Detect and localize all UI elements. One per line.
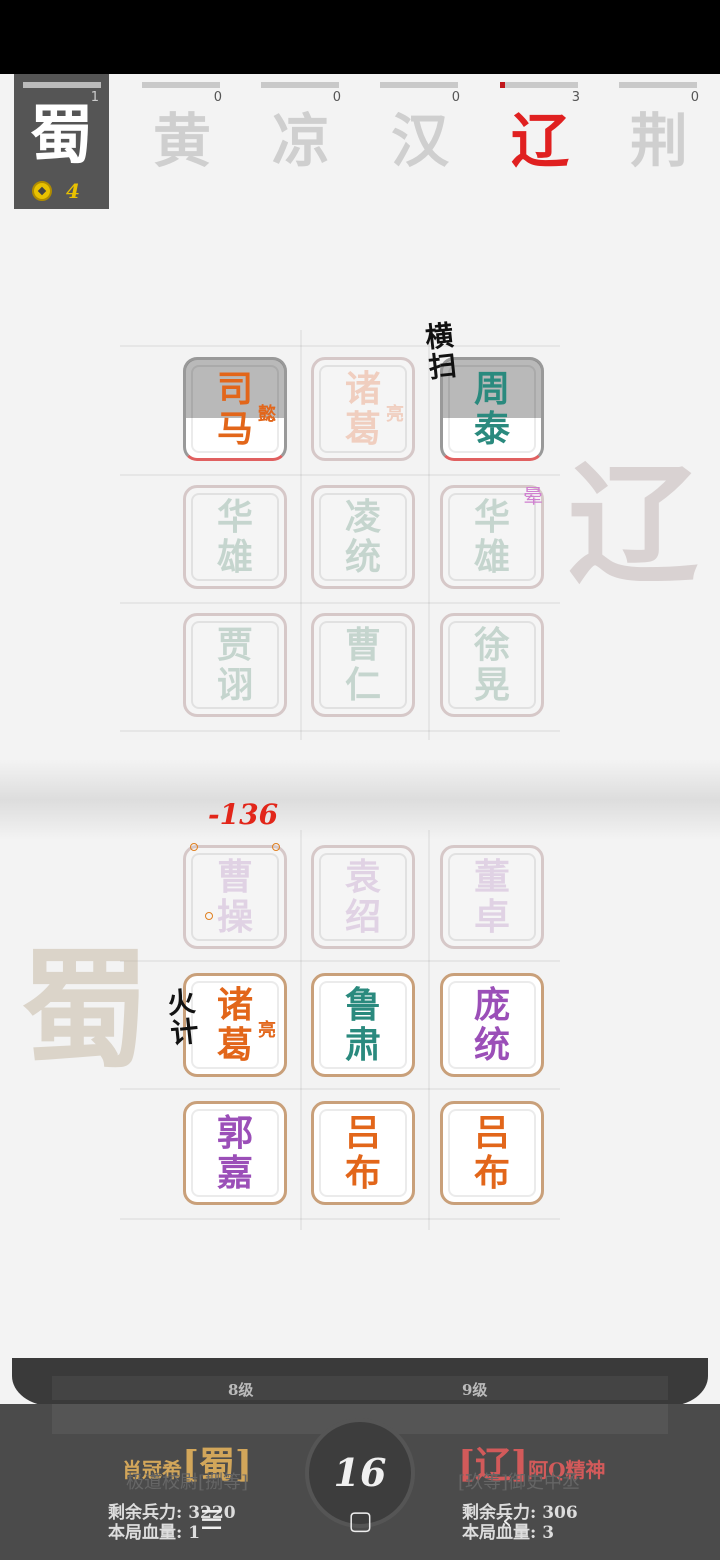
faction-progress-bar [23, 82, 101, 88]
unit-name: 贾诩 [216, 625, 253, 706]
dizzy-status: 晕 [523, 484, 543, 508]
enemy-faction-watermark: 辽 [568, 448, 699, 601]
faction-progress-fill [500, 82, 505, 88]
grid-line [300, 830, 302, 1230]
faction-tab-liao[interactable]: 3 辽 [500, 82, 580, 182]
enemy-unit-card[interactable]: 凌统 [311, 485, 415, 589]
spark-effect [190, 843, 198, 851]
unit-name: 华雄 [473, 497, 510, 578]
menu-icon[interactable]: ☰ [200, 1506, 223, 1536]
player-unit-card[interactable]: 郭嘉 [183, 1101, 287, 1205]
unit-name: 吕布 [473, 1113, 510, 1194]
spark-effect [272, 843, 280, 851]
status-bar [0, 0, 720, 74]
grid-line [120, 602, 560, 604]
unit-given-name: 亮 [386, 404, 404, 425]
faction-progress-bar [619, 82, 697, 88]
spark-effect [205, 912, 213, 920]
faction-progress-bar [500, 82, 578, 88]
back-icon[interactable]: ‹ [502, 1506, 512, 1536]
faction-count: 3 [571, 90, 580, 105]
grid-line [300, 330, 302, 740]
grid-line [120, 730, 560, 732]
faction-progress-bar [142, 82, 220, 88]
unit-name: 曹操 [216, 857, 253, 938]
faction-count: 0 [332, 90, 341, 105]
enemy-unit-card[interactable]: 司马懿 [183, 357, 287, 461]
unit-name: 鲁肃 [344, 985, 381, 1066]
unit-name: 凌统 [344, 497, 381, 578]
grid-line [428, 830, 430, 1230]
damage-number: -136 [208, 798, 279, 831]
player-unit-card[interactable]: 吕布 [311, 1101, 415, 1205]
unit-given-name: 懿 [258, 404, 276, 425]
faction-count: 0 [690, 90, 699, 105]
faction-progress-bar [261, 82, 339, 88]
enemy-skill-label: 横扫 [423, 318, 459, 385]
unit-name: 徐晃 [473, 625, 510, 706]
unit-name: 吕布 [344, 1113, 381, 1194]
enemy-unit-card[interactable]: 徐晃 [440, 613, 544, 717]
player-skill-label: 火计 [165, 984, 201, 1051]
faction-name: 荆 [629, 107, 688, 175]
grid-line [120, 1218, 560, 1220]
enemy-unit-card[interactable]: 贾诩 [183, 613, 287, 717]
faction-progress-bar [380, 82, 458, 88]
faction-count: 0 [213, 90, 222, 105]
coin-icon [32, 181, 52, 201]
faction-tab-liang[interactable]: 0 凉 [261, 82, 341, 182]
unit-name: 曹仁 [344, 625, 381, 706]
unit-name: 袁绍 [344, 857, 381, 938]
faction-tab-han[interactable]: 0 汉 [380, 82, 460, 182]
panel-roof-inner [52, 1376, 668, 1400]
player-unit-card[interactable]: 鲁肃 [311, 973, 415, 1077]
mist-decoration [0, 760, 720, 840]
unit-name: 董卓 [473, 857, 510, 938]
unit-name: 华雄 [216, 497, 253, 578]
faction-name: 汉 [390, 107, 449, 175]
faction-count: 0 [451, 90, 460, 105]
grid-line [120, 960, 560, 962]
player-unit-card[interactable]: 庞统 [440, 973, 544, 1077]
faction-tab-active[interactable]: 1 蜀 4 [14, 74, 109, 209]
faction-name: 凉 [271, 107, 330, 175]
grid-line [120, 474, 560, 476]
grid-line [428, 330, 430, 740]
player-unit-card[interactable]: 曹操 [183, 845, 287, 949]
enemy-unit-card[interactable]: 华雄 [183, 485, 287, 589]
faction-name: 黄 [152, 107, 211, 175]
player-faction-watermark: 蜀 [20, 933, 151, 1086]
system-nav-bar: ☰ ▢ ‹ [0, 1490, 720, 1560]
faction-tab-huang[interactable]: 0 黄 [142, 82, 222, 182]
enemy-level: 9级 [462, 1381, 488, 1399]
player-unit-card[interactable]: 吕布 [440, 1101, 544, 1205]
unit-name: 郭嘉 [216, 1113, 253, 1194]
faction-tab-jing[interactable]: 0 荆 [619, 82, 699, 182]
player-level: 8级 [228, 1381, 254, 1399]
unit-name: 庞统 [473, 985, 510, 1066]
grid-line [120, 1088, 560, 1090]
faction-name: 蜀 [29, 98, 94, 173]
turn-number: 16 [333, 1450, 387, 1495]
grid-line [120, 345, 560, 347]
player-unit-card[interactable]: 袁绍 [311, 845, 415, 949]
gold-amount: 4 [66, 179, 80, 203]
player-unit-card[interactable]: 董卓 [440, 845, 544, 949]
enemy-unit-card[interactable]: 诸葛亮 [311, 357, 415, 461]
home-icon[interactable]: ▢ [348, 1506, 373, 1536]
enemy-unit-card[interactable]: 曹仁 [311, 613, 415, 717]
unit-given-name: 亮 [258, 1020, 276, 1041]
faction-name: 辽 [510, 107, 569, 175]
unit-name: 周泰 [473, 369, 510, 450]
